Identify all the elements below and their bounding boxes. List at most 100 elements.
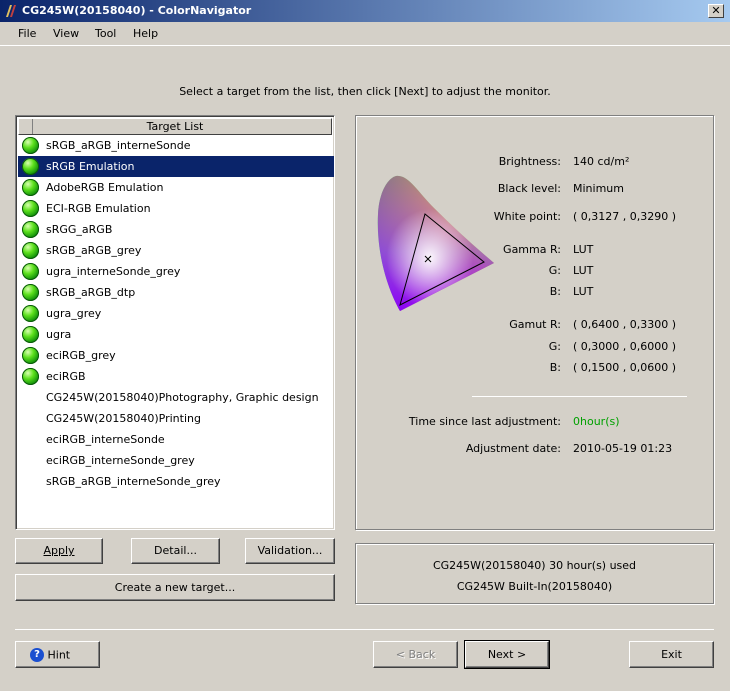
target-list-item[interactable]: sRGB_aRGB_interneSonde_grey [18, 471, 334, 492]
create-target-button[interactable]: Create a new target... [15, 574, 335, 601]
menu-file[interactable]: File [18, 27, 36, 40]
black-level-value: Minimum [573, 182, 624, 195]
exit-button-label: Exit [661, 648, 682, 661]
gamut-g-value: ( 0,3000 , 0,6000 ) [573, 340, 677, 353]
menu-help-label: Help [133, 27, 159, 40]
menu-help[interactable]: Help [133, 27, 158, 40]
usage-panel [355, 543, 714, 604]
target-list-item-label: ugra_interneSonde_grey [46, 265, 181, 278]
menu-file-label: File [18, 27, 37, 40]
bottom-separator [15, 629, 714, 630]
green-status-orb-icon [22, 158, 39, 175]
target-list[interactable]: Target List sRGB_aRGB_interneSonde sRGB E… [15, 115, 335, 530]
green-status-orb-icon [22, 347, 39, 364]
target-list-item-label: CG245W(20158040)Photography, Graphic des… [46, 391, 319, 404]
gamut-b-label: B: [549, 361, 561, 374]
target-list-item[interactable]: sRGB_aRGB_grey [18, 240, 334, 261]
detail-button-label: Detail... [154, 544, 197, 557]
target-list-item-label: CG245W(20158040)Printing [46, 412, 201, 425]
target-list-item[interactable]: eciRGB_grey [18, 345, 334, 366]
colornavigator-app-icon [6, 5, 16, 17]
header-spacer [19, 119, 33, 134]
green-status-orb-icon [22, 137, 39, 154]
target-list-item[interactable]: sRGB Emulation [18, 156, 334, 177]
usage-hours-text: CG245W(20158040) 30 hour(s) used [432, 559, 637, 572]
gamma-b-label: B: [549, 285, 561, 298]
close-window-button[interactable]: ✕ [708, 4, 724, 18]
target-list-item[interactable]: eciRGB [18, 366, 334, 387]
validation-button[interactable]: Validation... [245, 538, 335, 564]
target-list-header-label: Target List [146, 120, 204, 133]
green-status-orb-icon [22, 221, 39, 238]
gamut-r-label: Gamut R: [509, 318, 561, 331]
info-separator [472, 396, 687, 397]
adjustment-date-value: 2010-05-19 01:23 [573, 442, 673, 455]
gamut-g-label: G: [548, 340, 561, 353]
validation-button-label: Validation... [257, 544, 323, 557]
gamma-r-label: Gamma R: [503, 243, 561, 256]
time-since-adjustment-label: Time since last adjustment: [408, 415, 561, 428]
next-button[interactable]: Next > [464, 640, 550, 669]
target-list-item-label: ECI-RGB Emulation [46, 202, 151, 215]
gamut-b-value: ( 0,1500 , 0,0600 ) [573, 361, 677, 374]
target-list-item-label: sRGG_aRGB [46, 223, 113, 236]
target-list-item[interactable]: sRGB_aRGB_dtp [18, 282, 334, 303]
green-status-orb-icon [22, 284, 39, 301]
menu-tool[interactable]: Tool [95, 27, 116, 40]
white-point-value: ( 0,3127 , 0,3290 ) [573, 210, 677, 223]
menu-separator [0, 45, 730, 46]
time-since-adjustment-value: 0hour(s) [573, 415, 620, 428]
green-status-orb-icon [22, 305, 39, 322]
gamma-r-value: LUT [573, 243, 594, 256]
target-list-item[interactable]: eciRGB_interneSonde_grey [18, 450, 334, 471]
green-status-orb-icon [22, 326, 39, 343]
target-list-item[interactable]: AdobeRGB Emulation [18, 177, 334, 198]
target-list-item-label: eciRGB_interneSonde_grey [46, 454, 195, 467]
green-status-orb-icon [22, 368, 39, 385]
adjustment-date-label: Adjustment date: [465, 442, 561, 455]
window-title: CG245W(20158040) - ColorNavigator [22, 4, 252, 17]
target-list-item-label: AdobeRGB Emulation [46, 181, 164, 194]
gamut-r-value: ( 0,6400 , 0,3300 ) [573, 318, 677, 331]
help-question-icon: ? [30, 648, 44, 662]
apply-button[interactable]: Apply [15, 538, 103, 564]
hint-button[interactable]: ? Hint [15, 641, 100, 668]
menu-view-label: View [53, 27, 80, 40]
usage-sensor-text: CG245W Built-In(20158040) [456, 580, 613, 593]
target-list-item-label: eciRGB_grey [46, 349, 116, 362]
target-list-item-label: sRGB_aRGB_interneSonde [46, 139, 191, 152]
menu-view[interactable]: View [53, 27, 79, 40]
target-list-item[interactable]: ugra [18, 324, 334, 345]
menu-tool-label: Tool [95, 27, 117, 40]
target-list-item[interactable]: eciRGB_interneSonde [18, 429, 334, 450]
target-list-item[interactable]: ugra_interneSonde_grey [18, 261, 334, 282]
gamma-b-value: LUT [573, 285, 594, 298]
target-list-item-label: sRGB_aRGB_grey [46, 244, 142, 257]
target-list-item-label: eciRGB [46, 370, 86, 383]
target-list-item[interactable]: sRGB_aRGB_interneSonde [18, 135, 334, 156]
detail-button[interactable]: Detail... [131, 538, 220, 564]
green-status-orb-icon [22, 179, 39, 196]
gamma-g-label: G: [548, 264, 561, 277]
target-list-item[interactable]: CG245W(20158040)Photography, Graphic des… [18, 387, 334, 408]
target-list-item[interactable]: CG245W(20158040)Printing [18, 408, 334, 429]
black-level-label: Black level: [497, 182, 561, 195]
target-list-header[interactable]: Target List [18, 118, 332, 135]
green-status-orb-icon [22, 263, 39, 280]
brightness-label: Brightness: [498, 155, 561, 168]
next-button-label: Next > [487, 648, 527, 661]
target-list-item[interactable]: ugra_grey [18, 303, 334, 324]
target-list-item[interactable]: ECI-RGB Emulation [18, 198, 334, 219]
back-button[interactable]: < Back [373, 641, 458, 668]
hint-button-label: Hint [47, 648, 71, 662]
target-list-item[interactable]: sRGG_aRGB [18, 219, 334, 240]
target-list-item-label: ugra [46, 328, 72, 341]
apply-button-label: Apply [43, 544, 75, 557]
back-button-label: < Back [395, 648, 436, 661]
gamma-g-value: LUT [573, 264, 594, 277]
brightness-value: 140 cd/m² [573, 155, 630, 168]
exit-button[interactable]: Exit [629, 641, 714, 668]
instruction-text: Select a target from the list, then clic… [179, 85, 551, 98]
title-bar: CG245W(20158040) - ColorNavigator ✕ [0, 0, 730, 22]
target-list-item-label: sRGB_aRGB_dtp [46, 286, 136, 299]
